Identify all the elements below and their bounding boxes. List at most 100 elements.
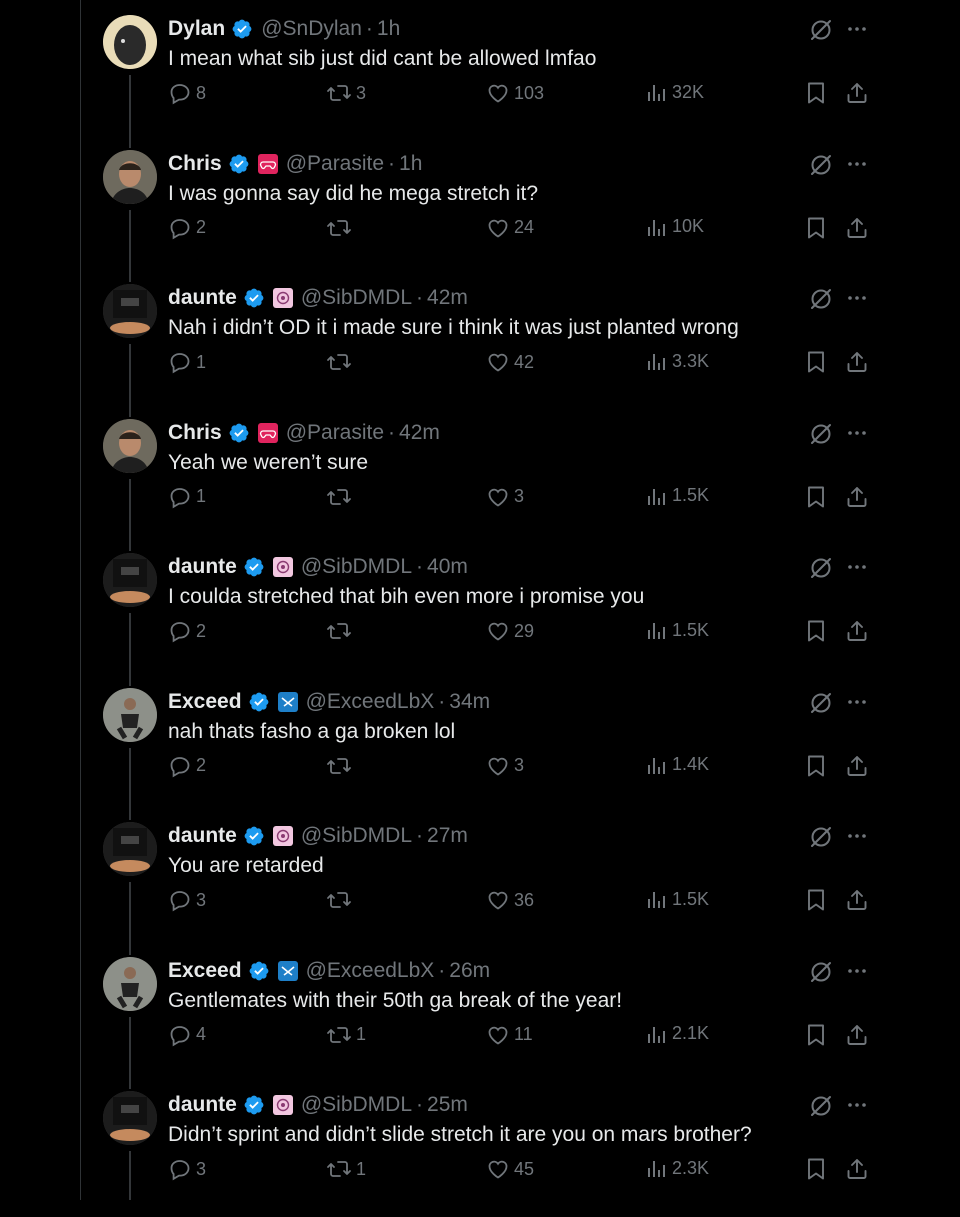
reply-tweet[interactable]: Exceed @ExceedLbX · 26m Gentlemates with…: [0, 949, 960, 1089]
timestamp[interactable]: 42m: [427, 286, 468, 310]
timestamp[interactable]: 40m: [427, 555, 468, 579]
reply-button[interactable]: 1: [168, 350, 206, 374]
display-name[interactable]: Exceed: [168, 690, 242, 714]
like-button[interactable]: 36: [486, 888, 534, 912]
share-button[interactable]: [845, 754, 869, 778]
repost-button[interactable]: 1: [326, 1157, 366, 1181]
display-name[interactable]: Dylan: [168, 17, 225, 41]
reply-tweet[interactable]: daunte @SibDMDL · 25m Didn’t sprint and …: [0, 1083, 960, 1217]
more-options-icon[interactable]: [845, 152, 869, 176]
like-button[interactable]: 3: [486, 485, 524, 509]
reply-tweet[interactable]: daunte @SibDMDL · 27m You are retarded 3…: [0, 814, 960, 955]
avatar[interactable]: [103, 553, 157, 607]
views-button[interactable]: 32K: [646, 81, 704, 103]
dmdl-badge-icon[interactable]: [272, 826, 293, 846]
like-button[interactable]: 45: [486, 1157, 534, 1181]
more-options-icon[interactable]: [845, 555, 869, 579]
username-handle[interactable]: @SibDMDL: [301, 1093, 412, 1117]
views-button[interactable]: 10K: [646, 216, 704, 238]
more-options-icon[interactable]: [845, 1093, 869, 1117]
views-button[interactable]: 1.5K: [646, 619, 709, 641]
display-name[interactable]: daunte: [168, 555, 237, 579]
reply-button[interactable]: 2: [168, 754, 206, 778]
timestamp[interactable]: 26m: [449, 959, 490, 983]
grok-icon[interactable]: [808, 1093, 834, 1119]
timestamp[interactable]: 1h: [399, 152, 422, 176]
verified-badge-icon[interactable]: [248, 691, 270, 713]
share-button[interactable]: [845, 1157, 869, 1181]
like-button[interactable]: 42: [486, 350, 534, 374]
reply-button[interactable]: 2: [168, 216, 206, 240]
reply-button[interactable]: 8: [168, 81, 206, 105]
reply-tweet[interactable]: Exceed @ExceedLbX · 34m nah thats fasho …: [0, 680, 960, 820]
timestamp[interactable]: 1h: [377, 17, 400, 41]
avatar[interactable]: [103, 687, 157, 742]
views-button[interactable]: 1.5K: [646, 888, 709, 910]
grok-icon[interactable]: [808, 17, 834, 43]
grok-icon[interactable]: [808, 421, 834, 447]
verified-badge-icon[interactable]: [243, 1094, 265, 1116]
grok-icon[interactable]: [808, 555, 834, 581]
views-button[interactable]: 1.5K: [646, 485, 709, 507]
avatar[interactable]: [103, 956, 157, 1011]
dmdl-badge-icon[interactable]: [272, 288, 293, 308]
username-handle[interactable]: @SnDylan: [261, 17, 362, 41]
like-button[interactable]: 24: [486, 216, 534, 240]
repost-button[interactable]: [326, 619, 356, 643]
share-button[interactable]: [845, 485, 869, 509]
share-button[interactable]: [845, 888, 869, 912]
grok-icon[interactable]: [808, 959, 834, 985]
username-handle[interactable]: @SibDMDL: [301, 286, 412, 310]
like-button[interactable]: 11: [486, 1023, 533, 1047]
timestamp[interactable]: 25m: [427, 1093, 468, 1117]
reply-button[interactable]: 3: [168, 888, 206, 912]
verified-badge-icon[interactable]: [228, 153, 250, 175]
repost-button[interactable]: 1: [326, 1023, 366, 1047]
bookmark-button[interactable]: [805, 216, 827, 240]
repost-button[interactable]: [326, 485, 356, 509]
views-button[interactable]: 2.3K: [646, 1157, 709, 1179]
avatar[interactable]: [103, 15, 157, 69]
verified-badge-icon[interactable]: [248, 960, 270, 982]
grok-icon[interactable]: [808, 286, 834, 312]
display-name[interactable]: Exceed: [168, 959, 242, 983]
views-button[interactable]: 1.4K: [646, 754, 709, 776]
share-button[interactable]: [845, 81, 869, 105]
username-handle[interactable]: @ExceedLbX: [306, 959, 435, 983]
avatar[interactable]: [103, 284, 157, 338]
reply-tweet[interactable]: daunte @SibDMDL · 40m I coulda stretched…: [0, 545, 960, 686]
timestamp[interactable]: 42m: [399, 421, 440, 445]
more-options-icon[interactable]: [845, 286, 869, 310]
views-button[interactable]: 3.3K: [646, 350, 709, 372]
bookmark-button[interactable]: [805, 619, 827, 643]
verified-badge-icon[interactable]: [243, 825, 265, 847]
avatar[interactable]: [103, 418, 157, 473]
reply-tweet[interactable]: daunte @SibDMDL · 42m Nah i didn’t OD it…: [0, 276, 960, 417]
verified-badge-icon[interactable]: [228, 422, 250, 444]
reply-tweet[interactable]: Chris @Parasite · 42m Yeah we weren’t su…: [0, 411, 960, 551]
dmdl-badge-icon[interactable]: [272, 557, 293, 577]
repost-button[interactable]: [326, 888, 356, 912]
share-button[interactable]: [845, 619, 869, 643]
verified-badge-icon[interactable]: [243, 287, 265, 309]
grok-icon[interactable]: [808, 824, 834, 850]
bookmark-button[interactable]: [805, 485, 827, 509]
username-handle[interactable]: @SibDMDL: [301, 555, 412, 579]
avatar[interactable]: [103, 822, 157, 876]
views-button[interactable]: 2.1K: [646, 1023, 709, 1045]
repost-button[interactable]: [326, 350, 356, 374]
timestamp[interactable]: 27m: [427, 824, 468, 848]
bookmark-button[interactable]: [805, 888, 827, 912]
exceed-badge-icon[interactable]: [277, 960, 298, 981]
more-options-icon[interactable]: [845, 17, 869, 41]
reply-button[interactable]: 1: [168, 485, 206, 509]
reply-button[interactable]: 4: [168, 1023, 206, 1047]
bookmark-button[interactable]: [805, 1023, 827, 1047]
reply-button[interactable]: 3: [168, 1157, 206, 1181]
bookmark-button[interactable]: [805, 754, 827, 778]
username-handle[interactable]: @SibDMDL: [301, 824, 412, 848]
repost-button[interactable]: [326, 754, 356, 778]
reply-tweet[interactable]: Chris @Parasite · 1h I was gonna say did…: [0, 142, 960, 282]
like-button[interactable]: 103: [486, 81, 544, 105]
avatar[interactable]: [103, 149, 157, 204]
